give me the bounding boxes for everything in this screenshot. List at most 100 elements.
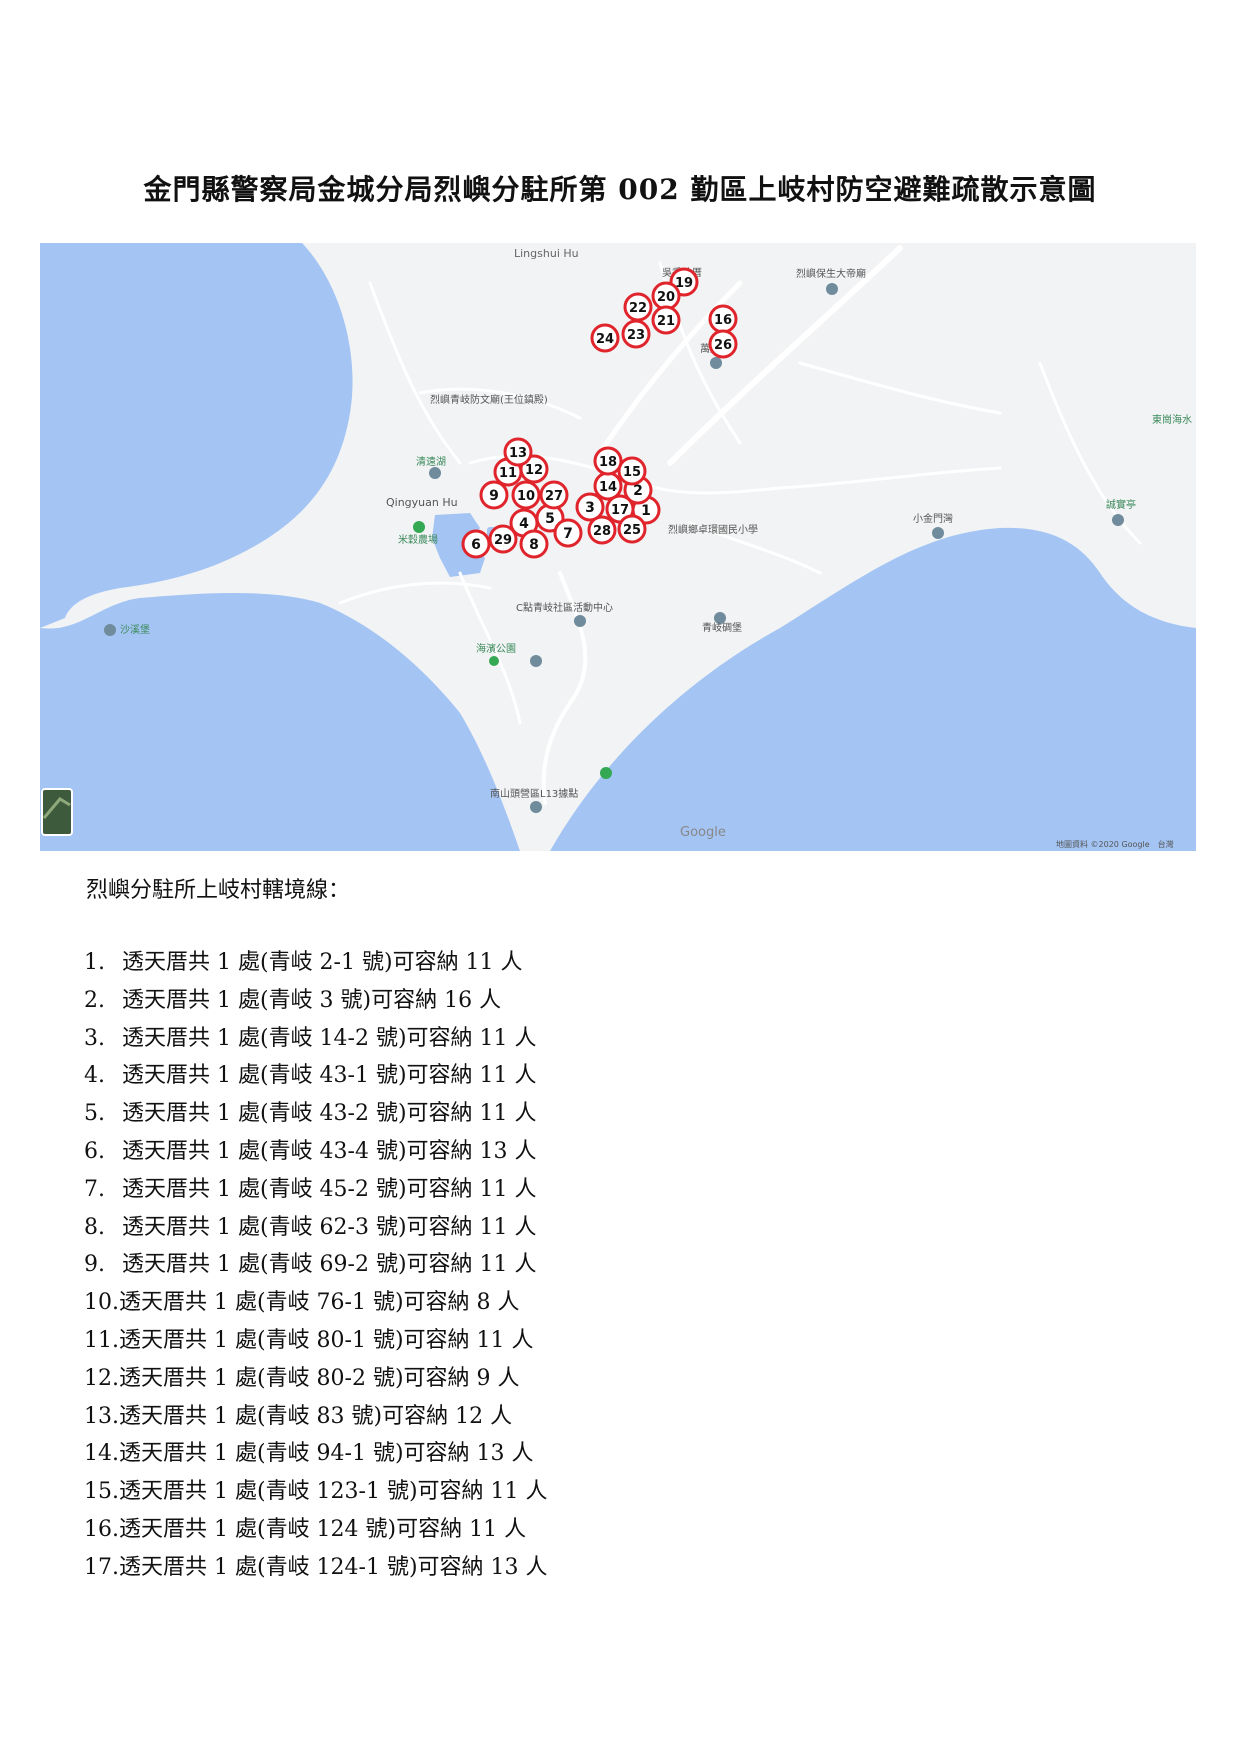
satellite-thumbnail-icon[interactable] xyxy=(41,788,73,836)
list-item-number: 4. xyxy=(84,1063,105,1089)
list-item-text: 透天厝共 1 處(青岐 94-1 號)可容納 13 人 xyxy=(119,1441,534,1467)
shelter-marker-label: 15 xyxy=(623,465,641,480)
list-item-text: 透天厝共 1 處(青岐 124-1 號)可容納 13 人 xyxy=(119,1554,548,1580)
shelter-marker-6[interactable]: 6 xyxy=(461,529,491,559)
evacuation-map[interactable]: Lingshui Hu Qingyuan Hu 沙溪堡 海濱公園 C點青岐社區活… xyxy=(40,243,1196,851)
shelter-marker-28[interactable]: 28 xyxy=(587,515,617,545)
list-item-text: 透天厝共 1 處(青岐 124 號)可容納 11 人 xyxy=(119,1516,527,1542)
list-item-number: 1. xyxy=(84,950,105,975)
shelter-marker-label: 28 xyxy=(593,524,611,539)
shelter-marker-25[interactable]: 25 xyxy=(617,514,647,544)
list-item: 6. 透天厝共 1 處(青岐 43-4 號)可容納 13 人 xyxy=(84,1133,548,1171)
list-item: 1. 透天厝共 1 處(青岐 2-1 號)可容納 11 人 xyxy=(84,944,548,982)
label-school: 烈嶼鄉卓環國民小學 xyxy=(668,523,758,536)
list-item-text: 透天厝共 1 處(青岐 83 號)可容納 12 人 xyxy=(119,1403,513,1429)
list-item-number: 7. xyxy=(84,1176,105,1202)
list-item-text: 透天厝共 1 處(青岐 2-1 號)可容納 11 人 xyxy=(122,950,523,975)
shelter-list: 1. 透天厝共 1 處(青岐 2-1 號)可容納 11 人 2. 透天厝共 1 處(青… xyxy=(84,944,548,1587)
shelter-marker-26[interactable]: 26 xyxy=(708,329,738,359)
shelter-marker-27[interactable]: 27 xyxy=(539,480,569,510)
list-item-text: 透天厝共 1 處(青岐 43-4 號)可容納 13 人 xyxy=(122,1138,537,1164)
shelter-marker-8[interactable]: 8 xyxy=(519,529,549,559)
label-road-right: 烈嶼保生大帝廟 xyxy=(796,267,866,280)
shelter-marker-18[interactable]: 18 xyxy=(593,446,623,476)
shelter-marker-label: 8 xyxy=(529,537,539,553)
list-item-number: 16. xyxy=(84,1516,119,1542)
list-item: 12.透天厝共 1 處(青岐 80-2 號)可容納 9 人 xyxy=(84,1360,548,1398)
shelter-marker-29[interactable]: 29 xyxy=(488,524,518,554)
shelter-marker-16[interactable]: 16 xyxy=(708,304,738,334)
shelter-marker-label: 20 xyxy=(657,290,675,305)
list-item-text: 透天厝共 1 處(青岐 80-2 號)可容納 9 人 xyxy=(119,1365,520,1391)
list-item: 8. 透天厝共 1 處(青岐 62-3 號)可容納 11 人 xyxy=(84,1209,548,1247)
label-lingshui-hu: Lingshui Hu xyxy=(514,247,579,260)
list-item: 2. 透天厝共 1 處(青岐 3 號)可容納 16 人 xyxy=(84,982,548,1020)
label-qingyuan-hu: Qingyuan Hu xyxy=(386,496,458,509)
shelter-marker-7[interactable]: 7 xyxy=(553,518,583,548)
shelter-marker-label: 21 xyxy=(657,314,675,329)
shelter-marker-9[interactable]: 9 xyxy=(479,480,509,510)
list-item-number: 9. xyxy=(84,1252,105,1278)
document-title: 金門縣警察局金城分局烈嶼分駐所第 002 勤區上岐村防空避難疏散示意圖 xyxy=(143,173,1097,206)
list-item-number: 11. xyxy=(84,1327,119,1353)
shelter-marker-24[interactable]: 24 xyxy=(590,323,620,353)
label-haibin-park: 海濱公園 xyxy=(476,642,516,655)
label-rock-pavilion: 誠實亭 xyxy=(1106,498,1136,511)
shelter-marker-22[interactable]: 22 xyxy=(623,292,653,322)
shelter-marker-label: 18 xyxy=(599,455,617,470)
list-item-text: 透天厝共 1 處(青岐 76-1 號)可容納 8 人 xyxy=(119,1290,520,1316)
list-item-number: 17. xyxy=(84,1554,119,1580)
list-item-number: 3. xyxy=(84,1025,105,1051)
shelter-marker-label: 11 xyxy=(499,466,517,481)
list-item-text: 透天厝共 1 處(青岐 62-3 號)可容納 11 人 xyxy=(122,1214,537,1240)
shelter-marker-label: 6 xyxy=(471,537,481,553)
shelter-marker-label: 7 xyxy=(563,526,573,542)
shelter-marker-label: 5 xyxy=(545,511,555,527)
shelter-marker-label: 27 xyxy=(545,489,563,504)
shelter-marker-10[interactable]: 10 xyxy=(511,480,541,510)
shelter-marker-label: 9 xyxy=(489,488,499,504)
list-item-number: 12. xyxy=(84,1365,119,1391)
list-item: 11.透天厝共 1 處(青岐 80-1 號)可容納 11 人 xyxy=(84,1322,548,1360)
shelter-marker-21[interactable]: 21 xyxy=(651,305,681,335)
list-item-number: 5. xyxy=(84,1101,105,1127)
label-rice-field: 米穀農場 xyxy=(398,533,438,546)
list-item: 5. 透天厝共 1 處(青岐 43-2 號)可容納 11 人 xyxy=(84,1095,548,1133)
label-xiaojinmen: 小金門灣 xyxy=(913,512,953,525)
list-item: 10.透天厝共 1 處(青岐 76-1 號)可容納 8 人 xyxy=(84,1284,548,1322)
list-item-number: 15. xyxy=(84,1479,119,1505)
shelter-marker-label: 24 xyxy=(596,332,614,347)
list-item-number: 6. xyxy=(84,1138,105,1164)
shelter-marker-20[interactable]: 20 xyxy=(651,281,681,311)
list-item-text: 透天厝共 1 處(青岐 123-1 號)可容納 11 人 xyxy=(119,1479,548,1505)
shelter-marker-23[interactable]: 23 xyxy=(621,319,651,349)
label-copyright: 地圖資料 ©2020 Google 台灣 xyxy=(1056,839,1174,849)
shelter-marker-label: 14 xyxy=(599,480,617,495)
map-canvas: Lingshui Hu Qingyuan Hu 沙溪堡 海濱公園 C點青岐社區活… xyxy=(40,243,1196,851)
shelter-marker-label: 29 xyxy=(494,533,512,548)
list-item: 9. 透天厝共 1 處(青岐 69-2 號)可容納 11 人 xyxy=(84,1246,548,1284)
list-item: 4. 透天厝共 1 處(青岐 43-1 號)可容納 11 人 xyxy=(84,1057,548,1095)
shelter-marker-13[interactable]: 13 xyxy=(503,437,533,467)
shelter-marker-label: 16 xyxy=(714,313,732,328)
list-item-text: 透天厝共 1 處(青岐 43-1 號)可容納 11 人 xyxy=(122,1063,537,1089)
list-item-text: 透天厝共 1 處(青岐 80-1 號)可容納 11 人 xyxy=(119,1327,534,1353)
list-item-text: 透天厝共 1 處(青岐 45-2 號)可容納 11 人 xyxy=(122,1176,537,1202)
shelter-marker-label: 23 xyxy=(627,328,645,343)
shelter-marker-label: 12 xyxy=(525,463,543,478)
list-item: 17.透天厝共 1 處(青岐 124-1 號)可容納 13 人 xyxy=(84,1549,548,1587)
shelter-marker-label: 2 xyxy=(633,483,643,499)
shelter-marker-15[interactable]: 15 xyxy=(617,456,647,486)
list-item: 16.透天厝共 1 處(青岐 124 號)可容納 11 人 xyxy=(84,1511,548,1549)
shelter-marker-label: 25 xyxy=(623,523,641,538)
shelter-marker-label: 4 xyxy=(519,516,529,532)
shelter-marker-label: 13 xyxy=(509,446,527,461)
list-item-number: 2. xyxy=(84,987,105,1013)
shelter-marker-label: 1 xyxy=(641,503,651,519)
list-item-number: 10. xyxy=(84,1290,119,1316)
list-item: 15.透天厝共 1 處(青岐 123-1 號)可容納 11 人 xyxy=(84,1473,548,1511)
list-item-text: 透天厝共 1 處(青岐 43-2 號)可容納 11 人 xyxy=(122,1101,537,1127)
shelter-marker-label: 3 xyxy=(585,500,595,516)
shelter-marker-label: 22 xyxy=(629,301,647,316)
list-item-number: 8. xyxy=(84,1214,105,1240)
